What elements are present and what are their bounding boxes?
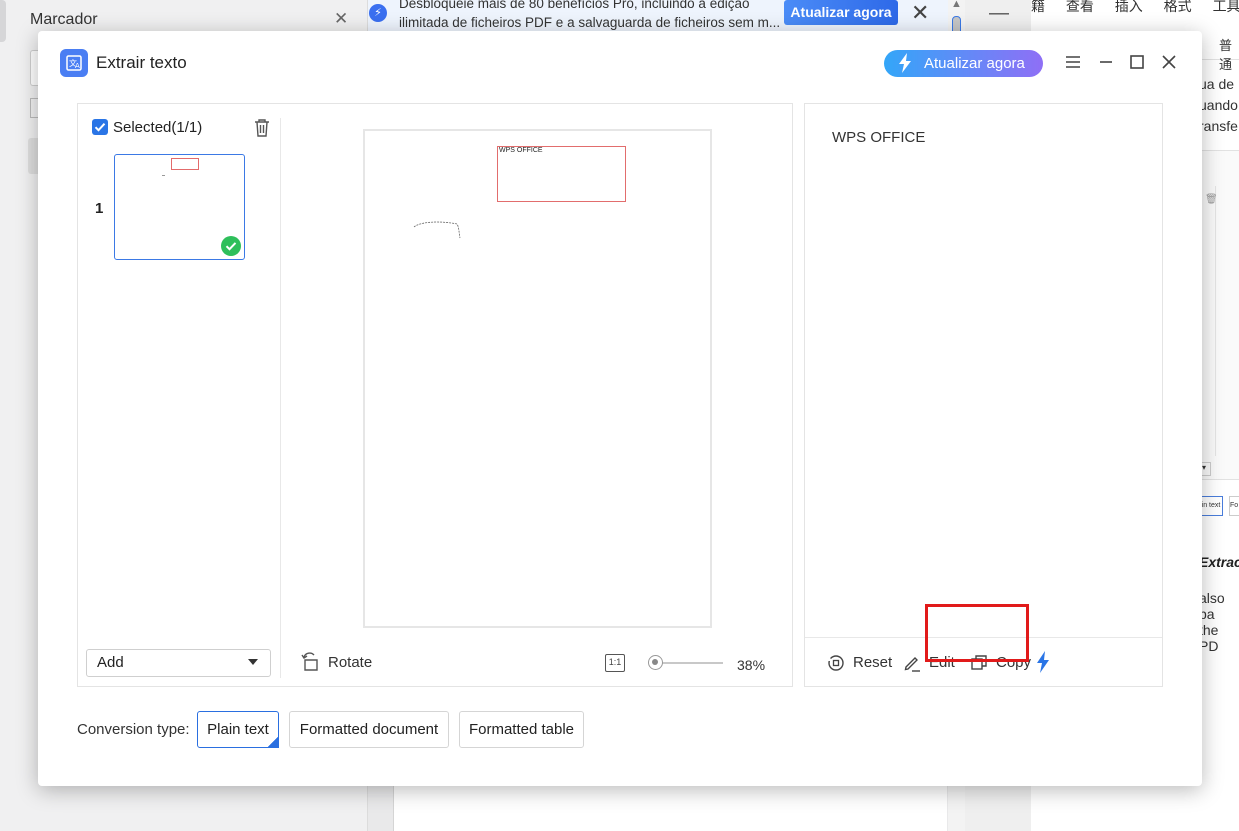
thumbnail-divider [280, 118, 281, 678]
extract-text-app-icon: 文 A [60, 49, 88, 77]
second-window-menu: 籍 查看 插入 格式 工具 扩 [1031, 0, 1239, 16]
page-number: 1 [95, 200, 104, 217]
minimize-icon[interactable] [1095, 51, 1117, 73]
bookmark-search-field[interactable] [30, 50, 38, 86]
upgrade-now-button[interactable]: Atualizar agora [884, 50, 1043, 77]
embedded-divider [1215, 186, 1239, 456]
recognized-text: WPS OFFICE [499, 147, 543, 154]
zoom-slider-handle[interactable] [648, 655, 663, 670]
embedded-trash-icon: 🗑 [1205, 194, 1218, 205]
banner-close-icon[interactable]: ✕ [911, 0, 929, 26]
page-workspace: Selected(1/1) 1 Add WPS OFFICE Rotate 1:… [77, 103, 793, 687]
add-dropdown[interactable]: Add [86, 649, 271, 677]
doc-heading: Extrac [1199, 554, 1239, 570]
reset-label: Reset [853, 654, 893, 671]
page-thumbnail[interactable] [114, 154, 245, 260]
page-preview: WPS OFFICE [363, 129, 712, 628]
chevron-down-icon [248, 659, 258, 665]
menu-item[interactable]: 格式 [1164, 0, 1192, 14]
formatted-document-option[interactable]: Formatted document [289, 711, 449, 748]
extracted-text-pane: WPS OFFICE Reset Edit Copy [804, 103, 1163, 687]
pane-edge [0, 0, 6, 42]
conversion-type-label: Conversion type: [77, 721, 190, 738]
formatted-document-label: Formatted document [299, 721, 439, 738]
menu-item[interactable]: 查看 [1066, 0, 1094, 14]
embedded-formatted-button: Fo [1229, 496, 1239, 516]
style-selector[interactable]: 普通 [1219, 35, 1239, 73]
zoom-level: 38% [737, 657, 766, 673]
trash-icon[interactable] [253, 118, 271, 138]
select-all-checkbox[interactable] [92, 119, 108, 135]
menu-item[interactable]: 插入 [1115, 0, 1143, 14]
bookmark-pane-title: Marcador [30, 11, 98, 28]
selected-count-label: Selected(1/1) [113, 119, 203, 136]
banner-upgrade-button[interactable]: Atualizar agora [784, 0, 898, 25]
add-dropdown-label: Add [97, 654, 124, 671]
extract-text-dialog: 文 A Extrair texto Atualizar agora Select… [38, 31, 1202, 786]
doc-line: ransfe [1199, 118, 1238, 134]
hamburger-menu-icon[interactable] [1062, 51, 1084, 73]
handwritten-mark [413, 221, 461, 239]
selected-check-icon [221, 236, 241, 256]
svg-text:A: A [75, 62, 80, 70]
window-minimize-icon[interactable]: — [989, 2, 1009, 25]
menu-item[interactable]: 工具 [1213, 0, 1239, 14]
selected-corner-icon [267, 736, 279, 748]
formatted-table-option[interactable]: Formatted table [459, 711, 584, 748]
doc-text-line: the PD [1199, 622, 1219, 654]
thumbnail-text-region [171, 158, 199, 170]
bookmark-selected-item[interactable] [28, 138, 38, 174]
copy-highlight-box [925, 604, 1029, 662]
premium-lightning-icon [1037, 651, 1049, 673]
pro-badge-icon: ⚡ [369, 4, 387, 22]
pencil-icon [904, 657, 920, 672]
doc-line: uando [1199, 97, 1238, 113]
extracted-text[interactable]: WPS OFFICE [832, 129, 925, 146]
checkmark-icon [94, 123, 106, 132]
actual-size-icon[interactable]: 1:1 [605, 654, 625, 672]
dialog-title: Extrair texto [96, 53, 187, 72]
document-page [393, 786, 947, 831]
rotate-icon[interactable] [301, 652, 321, 672]
recognized-text-region[interactable]: WPS OFFICE [497, 146, 626, 202]
upgrade-banner: ⚡ Desbloqueie mais de 80 benefícios Pro,… [368, 0, 948, 34]
upgrade-banner-text: Desbloqueie mais de 80 benefícios Pro, i… [399, 0, 781, 30]
thumbnail-mark [162, 175, 165, 176]
bookmark-tool-icon[interactable] [30, 98, 38, 118]
maximize-icon[interactable] [1126, 51, 1148, 73]
scroll-up-icon[interactable]: ▲ [951, 0, 962, 10]
plain-text-label: Plain text [207, 721, 269, 738]
formatted-table-label: Formatted table [468, 721, 575, 738]
lightning-icon [899, 53, 911, 73]
doc-paragraph: ua de uando ransfe [1199, 74, 1238, 137]
plain-text-option[interactable]: Plain text [197, 711, 279, 748]
reset-icon [828, 655, 844, 671]
close-icon[interactable] [1158, 51, 1180, 73]
doc-line: ua de [1199, 76, 1235, 92]
menu-item[interactable]: 籍 [1031, 0, 1045, 14]
doc-text-line: also pa [1199, 590, 1225, 622]
embedded-plain-text-button: in text [1199, 496, 1223, 516]
bookmark-pane-close-icon[interactable]: ✕ [334, 9, 348, 29]
rotate-button[interactable]: Rotate [328, 654, 372, 671]
upgrade-now-label: Atualizar agora [924, 55, 1025, 72]
